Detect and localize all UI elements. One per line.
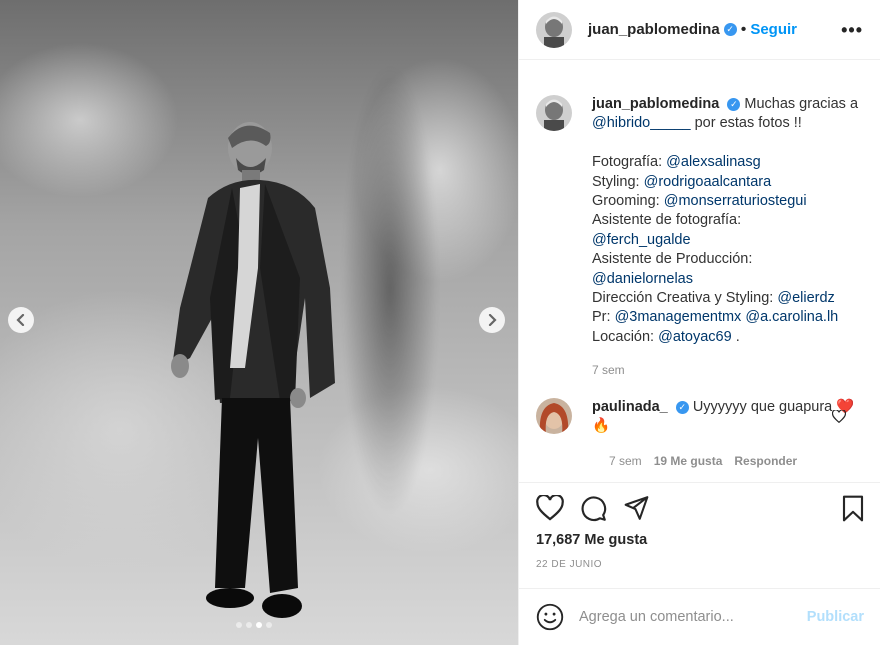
carousel-dot-active: [256, 622, 262, 628]
caption-credit-line: Locación: @atoyac69 .: [592, 328, 740, 345]
carousel-next-button[interactable]: [479, 307, 505, 333]
caption-timestamp[interactable]: 7 sem: [592, 363, 625, 377]
caption-tail: por estas fotos !!: [690, 115, 802, 132]
mention-link[interactable]: @monserraturiostegui: [664, 193, 807, 209]
verified-badge-icon: ✓: [675, 400, 689, 414]
caption-username[interactable]: juan_pablomedina: [592, 96, 719, 112]
follow-button[interactable]: Seguir: [750, 21, 797, 38]
verified-badge-icon: ✓: [723, 23, 737, 36]
caption-credit-line: Pr: @3managementmx @a.carolina.lh: [592, 309, 839, 326]
caption-credit-line: @danielornelas: [592, 270, 866, 289]
chevron-left-icon: [16, 314, 25, 326]
verified-badge-icon: ✓: [727, 97, 741, 111]
mention-link[interactable]: @atoyac69: [658, 329, 732, 345]
mention-link[interactable]: @a.carolina.lh: [745, 309, 838, 325]
mention-link[interactable]: @ferch_ugalde: [592, 232, 691, 248]
author-username[interactable]: juan_pablomedina: [588, 21, 720, 38]
carousel-indicator: [236, 622, 272, 628]
post-actions: [519, 482, 880, 562]
caption-credit-line: Asistente de fotografía:: [592, 212, 742, 229]
post-date[interactable]: 22 DE JUNIO: [536, 559, 602, 570]
commenter-username[interactable]: paulinada_: [592, 399, 668, 415]
separator-dot: •: [740, 20, 747, 38]
comment-input[interactable]: Agrega un comentario...: [579, 609, 734, 625]
comment-composer: Agrega un comentario... Publicar: [519, 588, 880, 645]
mention-link[interactable]: @rodrigoaalcantara: [644, 174, 772, 190]
comment-item: paulinada_ ✓ Uyyyyyy que guapura ❤️🔥 7 s…: [536, 398, 866, 468]
likes-count[interactable]: 17,687 Me gusta: [536, 532, 647, 548]
caption-credit-line: Styling: @rodrigoaalcantara: [592, 173, 772, 190]
more-options-icon[interactable]: •••: [841, 20, 863, 41]
caption-credit-line: Fotografía: @alexsalinasg: [592, 154, 761, 171]
carousel-prev-button[interactable]: [8, 307, 34, 333]
post-header: juan_pablomedina ✓ • Seguir •••: [519, 0, 880, 60]
mention-link[interactable]: @elierdz: [777, 290, 834, 306]
carousel-dot: [246, 622, 252, 628]
caption-author-avatar[interactable]: [536, 95, 572, 131]
mention-link[interactable]: @alexsalinasg: [666, 154, 761, 170]
carousel-dot: [236, 622, 242, 628]
caption-credit-line: Dirección Creativa y Styling: @elierdz: [592, 290, 835, 307]
caption-credit-line: Grooming: @monserraturiostegui: [592, 193, 807, 210]
mention-link[interactable]: @3managementmx: [615, 309, 742, 325]
comment-body: Uyyyyyy que guapura: [692, 399, 833, 415]
post-photo[interactable]: [0, 0, 518, 645]
chevron-right-icon: [488, 314, 497, 326]
caption-credit-line: @ferch_ugalde: [592, 231, 866, 250]
comment-bubble-icon[interactable]: [580, 495, 607, 522]
save-bookmark-icon[interactable]: [841, 495, 865, 522]
comment-like-heart-icon[interactable]: [832, 410, 846, 423]
caption-credit-line: Asistente de Producción:: [592, 251, 753, 268]
comment-timestamp[interactable]: 7 sem: [609, 454, 642, 468]
share-send-icon[interactable]: [623, 495, 650, 521]
mention-link[interactable]: @hibrido_____: [592, 115, 691, 131]
carousel-dot: [266, 622, 272, 628]
publish-button[interactable]: Publicar: [807, 609, 864, 625]
comment-text: paulinada_ ✓ Uyyyyyy que guapura ❤️🔥: [592, 398, 866, 437]
post-caption: juan_pablomedina ✓ Muchas gracias a @hib…: [536, 95, 866, 381]
commenter-avatar[interactable]: [536, 398, 572, 434]
caption-text: juan_pablomedina ✓ Muchas gracias a @hib…: [592, 95, 866, 381]
photo-subject: [171, 122, 335, 618]
caption-lead: Muchas gracias a: [744, 96, 859, 112]
author-avatar[interactable]: [536, 11, 572, 48]
comment-reply-button[interactable]: Responder: [734, 454, 797, 468]
comment-meta: 7 sem 19 Me gusta Responder: [609, 454, 797, 468]
mention-link[interactable]: @danielornelas: [592, 271, 693, 287]
post-side-panel: juan_pablomedina ✓ • Seguir ••• juan_pab…: [518, 0, 880, 645]
like-heart-icon[interactable]: [536, 495, 564, 521]
comment-likes-count[interactable]: 19 Me gusta: [654, 454, 723, 468]
emoji-smiley-icon[interactable]: [536, 603, 564, 631]
